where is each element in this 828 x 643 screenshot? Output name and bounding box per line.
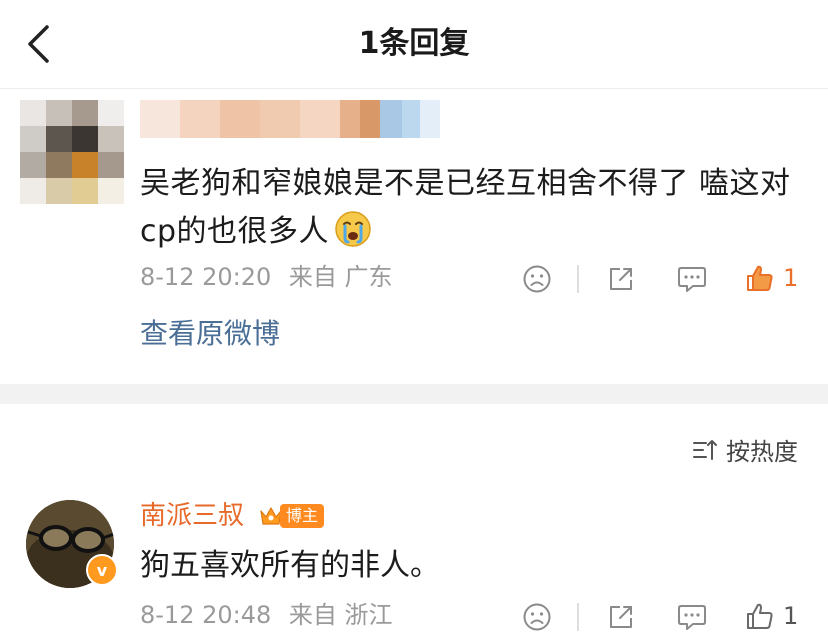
comment-bubble-icon bbox=[678, 605, 706, 630]
crying-face-icon bbox=[335, 211, 371, 247]
reply-author-name[interactable]: 南派三叔 bbox=[140, 498, 244, 534]
share-icon bbox=[610, 606, 632, 628]
reply-like-count: 1 bbox=[783, 602, 799, 630]
reply-comment-button[interactable] bbox=[674, 600, 710, 634]
top-bar: 1条回复 bbox=[0, 0, 828, 88]
reply-text: 狗五喜欢所有的非人。 bbox=[140, 548, 440, 583]
comment-location: 来自 广东 bbox=[288, 263, 393, 291]
comment-body: 吴老狗和窄娘娘是不是已经互相舍不得了 嗑这对cp的也很多人 bbox=[140, 166, 791, 249]
action-separator bbox=[577, 265, 579, 293]
thumbs-up-filled-icon bbox=[747, 265, 773, 291]
comment-date: 8-12 20:20 bbox=[140, 263, 272, 291]
frown-face-icon bbox=[523, 603, 551, 631]
dislike-button[interactable] bbox=[520, 262, 554, 296]
reply-dislike-button[interactable] bbox=[520, 600, 554, 634]
like-button[interactable]: 1 bbox=[745, 260, 798, 296]
sort-label: 按热度 bbox=[726, 438, 798, 466]
comment-button[interactable] bbox=[674, 262, 710, 296]
commenter-name-pixelated[interactable] bbox=[140, 100, 440, 138]
page-title: 1条回复 bbox=[358, 26, 470, 61]
reply-date: 8-12 20:48 bbox=[140, 601, 272, 629]
sort-by-hot-button[interactable]: 按热度 bbox=[692, 432, 798, 467]
comment-meta: 8-12 20:20 来自 广东 bbox=[140, 262, 403, 292]
action-separator bbox=[577, 603, 579, 631]
thumbs-up-icon bbox=[747, 603, 773, 629]
blogger-tag: 博主 bbox=[280, 504, 325, 528]
reply-repost-button[interactable] bbox=[604, 600, 638, 634]
repost-button[interactable] bbox=[604, 262, 638, 296]
comment-text: 吴老狗和窄娘娘是不是已经互相舍不得了 嗑这对cp的也很多人 bbox=[140, 160, 810, 256]
reply-location: 来自 浙江 bbox=[288, 601, 393, 629]
view-original-link[interactable]: 查看原微博 bbox=[140, 314, 280, 354]
reply-meta: 8-12 20:48 来自 浙江 bbox=[140, 600, 403, 630]
share-icon bbox=[610, 268, 632, 290]
section-divider bbox=[0, 384, 828, 404]
comment-bubble-icon bbox=[678, 267, 706, 292]
like-count: 1 bbox=[783, 264, 799, 292]
frown-face-icon bbox=[523, 265, 551, 293]
commenter-avatar-pixelated[interactable] bbox=[20, 100, 124, 204]
verified-badge: v bbox=[86, 554, 118, 586]
blogger-badge: 博主 bbox=[258, 502, 325, 530]
header-divider bbox=[0, 88, 828, 89]
reply-like-button[interactable]: 1 bbox=[745, 598, 798, 634]
sort-icon bbox=[693, 439, 717, 460]
